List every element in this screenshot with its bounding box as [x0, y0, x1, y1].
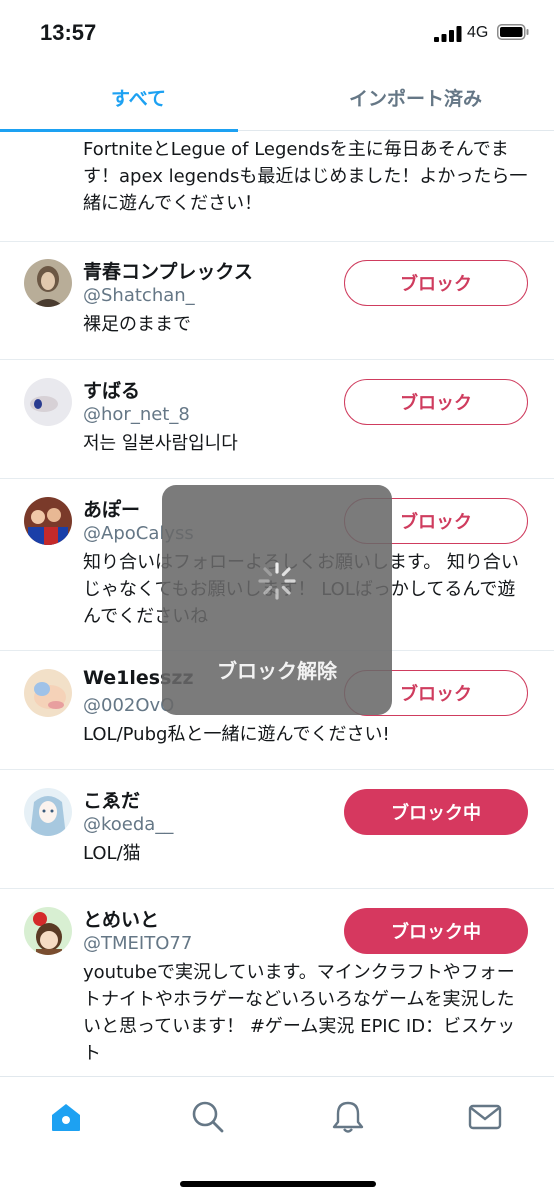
user-name: 青春コンプレックス	[83, 261, 253, 283]
user-bio: youtubeで実況しています。マインクラフトやフォートナイトやホラゲーなどいろ…	[83, 962, 516, 1064]
avatar[interactable]	[24, 669, 72, 717]
tab-selected-indicator	[0, 129, 238, 132]
block-button[interactable]: ブロック	[344, 379, 528, 425]
user-bio: 裸足のままで	[83, 314, 191, 335]
avatar[interactable]	[24, 788, 72, 836]
user-bio: LOL/Pubg私と一緒に遊んでください!	[83, 724, 390, 745]
tab-all[interactable]: すべて	[0, 64, 277, 130]
home-icon[interactable]	[48, 1099, 84, 1135]
user-bio: LOL/猫	[83, 843, 141, 864]
avatar[interactable]	[24, 259, 72, 307]
blocking-button[interactable]: ブロック中	[344, 789, 528, 835]
user-name: とめいと	[83, 909, 160, 931]
status-time: 13:57	[40, 20, 97, 45]
user-handle: @koeda__	[83, 814, 174, 835]
search-icon[interactable]	[190, 1099, 226, 1135]
list-item[interactable]: すばる @hor_net_8 ブロック 저는 일본사람입니다	[0, 360, 554, 479]
tab-imported[interactable]: インポート済み	[277, 64, 554, 130]
user-bio: FortniteとLegue of Legendsを主に毎日あそんでます！ape…	[83, 139, 528, 214]
user-handle: @hor_net_8	[83, 404, 190, 425]
user-name: こゑだ	[83, 790, 141, 812]
network-label: 4G	[467, 24, 489, 41]
blocking-button[interactable]: ブロック中	[344, 908, 528, 954]
block-button[interactable]: ブロック	[344, 260, 528, 306]
list-item[interactable]: FortniteとLegue of Legendsを主に毎日あそんでます！ape…	[0, 131, 554, 242]
user-handle: @Shatchan_	[83, 285, 195, 306]
avatar[interactable]	[24, 907, 72, 955]
home-indicator	[180, 1181, 376, 1187]
avatar[interactable]	[24, 497, 72, 545]
battery-icon	[497, 24, 529, 40]
hud-label: ブロック解除	[217, 659, 337, 683]
mail-icon[interactable]	[467, 1099, 503, 1135]
list-item[interactable]: とめいと @TMEITO77 ブロック中 youtubeで実況しています。マイン…	[0, 889, 554, 1076]
signal-icon	[434, 26, 462, 42]
user-bio: 저는 일본사람입니다	[83, 433, 238, 454]
list-item[interactable]: こゑだ @koeda__ ブロック中 LOL/猫	[0, 770, 554, 889]
list-item[interactable]: 青春コンプレックス @Shatchan_ ブロック 裸足のままで	[0, 241, 554, 360]
spinner-icon	[258, 562, 296, 600]
unblock-progress-hud: ブロック解除	[162, 485, 392, 715]
status-bar: 13:57 4G	[0, 0, 554, 64]
avatar[interactable]	[24, 378, 72, 426]
bell-icon[interactable]	[330, 1099, 366, 1135]
tab-bar: すべて インポート済み	[0, 64, 554, 132]
user-handle: @002OvO	[83, 695, 175, 716]
user-name: あぽー	[83, 499, 141, 521]
user-name: すばる	[83, 380, 141, 402]
user-handle: @TMEITO77	[83, 933, 193, 954]
